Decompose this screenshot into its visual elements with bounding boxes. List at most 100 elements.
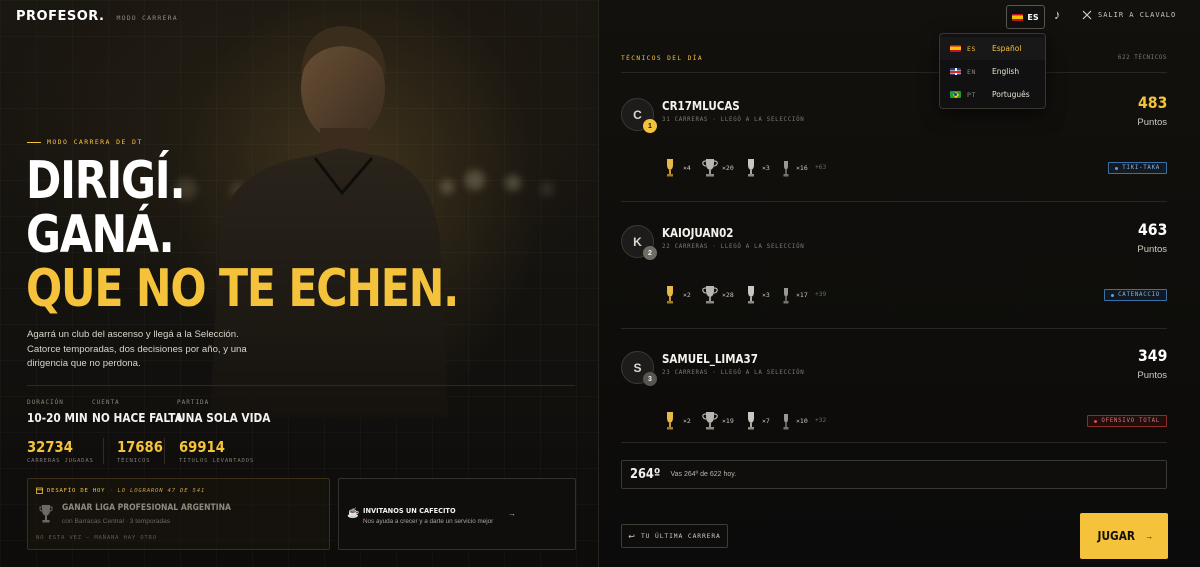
trophy-more-count: +32 (815, 417, 827, 424)
fact-value-account: NO HACE FALTA (92, 411, 183, 425)
cup-trophy-icon (702, 412, 718, 430)
brazil-flag-icon (950, 91, 961, 98)
total-coaches: 17686 (117, 438, 163, 456)
divider (621, 201, 1167, 202)
cafecito-card[interactable]: ☕ INVITANOS UN CAFECITO Nos ayuda a crec… (338, 478, 576, 550)
eyebrow-line (27, 141, 41, 143)
eyebrow-text: MODO CARRERA DE DT (47, 138, 143, 146)
bokeh-light (465, 170, 485, 190)
trophy-count: ×28 (722, 291, 734, 299)
brand-logo[interactable]: PROFESOR. (16, 9, 104, 24)
cafecito-title: INVITANOS UN CAFECITO (363, 506, 456, 515)
leaderboard-row[interactable]: K 2 KAIOJUAN02 22 CARRERAS · LLEGÓ A LA … (621, 218, 1167, 336)
challenge-subtitle: con Barracas Central · 3 temporadas (62, 518, 171, 525)
bokeh-light (540, 182, 554, 196)
language-option-en[interactable]: EN English (940, 60, 1045, 83)
challenge-title: GANAR LIGA PROFESIONAL ARGENTINA (62, 503, 231, 513)
language-option-code: EN (967, 67, 977, 76)
gold-trophy-icon (667, 286, 673, 304)
total-coaches-label: TÉCNICOS (117, 458, 151, 464)
challenge-header-stat: LO LOGRARON 47 DE 541 (117, 487, 206, 494)
headline-line-2: GANÁ. (26, 205, 175, 265)
leaderboard-row[interactable]: S 3 SAMUEL_LIMA37 23 CARRERAS · LLEGÓ A … (621, 344, 1167, 462)
trophy-count: ×3 (762, 291, 770, 299)
divider (621, 72, 1167, 73)
language-option-es[interactable]: ES Español (940, 37, 1045, 60)
divider (621, 442, 1167, 443)
play-style-label: TIKI-TAKA (1122, 165, 1160, 171)
trophy-count: ×19 (722, 417, 734, 425)
leaderboard-title: TÉCNICOS DEL DÍA (621, 55, 704, 62)
trophy-count: ×17 (796, 291, 808, 299)
player-points-label: Puntos (1137, 370, 1167, 381)
fact-label-duration: DURACIÓN (27, 399, 64, 406)
hero-intro: Agarrá un club del ascenso y llegá a la … (27, 329, 247, 369)
trophy-count: ×3 (762, 164, 770, 172)
my-position-box: 264º Vas 264º de 622 hoy. (621, 460, 1167, 489)
player-points-label: Puntos (1137, 244, 1167, 255)
trophy-count: ×2 (683, 417, 691, 425)
fact-value-match: UNA SOLA VIDA (177, 411, 271, 425)
stat-separator (164, 438, 165, 464)
player-meta: 22 CARRERAS · LLEGÓ A LA SELECCIÓN (662, 244, 805, 250)
language-code: ES (1027, 12, 1039, 22)
leaderboard-row[interactable]: C 1 CR17MLUCAS 31 CARRERAS · LLEGÓ A LA … (621, 91, 1167, 209)
play-style-badge: OFENSIVO TOTAL (1087, 415, 1167, 427)
challenge-header: DESAFÍO DE HOY · LO LOGRARON 47 DE 541 (36, 487, 205, 494)
rank-badge: 2 (643, 246, 657, 260)
small-trophy-icon (783, 288, 789, 304)
challenge-header-label: DESAFÍO DE HOY (47, 487, 106, 494)
total-careers-label: CARRERAS JUGADAS (27, 458, 94, 464)
rank-badge: 1 (643, 119, 657, 133)
brand-subtitle: MODO CARRERA (116, 14, 178, 22)
arrow-right-icon: → (1145, 531, 1154, 541)
play-label: JUGAR (1097, 529, 1135, 543)
player-meta: 23 CARRERAS · LLEGÓ A LA SELECCIÓN (662, 370, 805, 376)
language-option-pt[interactable]: PT Português (940, 83, 1045, 106)
language-button[interactable]: ES (1006, 5, 1045, 29)
hero-headline: DIRIGÍ. GANÁ. QUE NO TE ECHEN. (26, 151, 459, 316)
fact-value-duration: 10-20 MIN (27, 411, 88, 425)
headline-line-1: DIRIGÍ. (26, 151, 186, 211)
trophy-count: ×2 (683, 291, 691, 299)
language-menu: ES Español EN English PT Português (939, 33, 1046, 109)
cup-trophy-icon (702, 286, 718, 304)
my-position-text: Vas 264º de 622 hoy. (670, 471, 737, 478)
small-trophy-icon (783, 414, 789, 430)
trophy-more-count: +39 (815, 291, 827, 298)
play-style-label: CATENACCIO (1118, 292, 1160, 298)
exit-label: SALIR A CLAVALO (1098, 11, 1177, 19)
total-careers: 32734 (27, 438, 73, 456)
trophy-count: ×4 (683, 164, 691, 172)
player-name: CR17MLUCAS (662, 99, 740, 113)
player-points: 463 (1137, 220, 1167, 239)
play-button[interactable]: JUGAR → (1080, 513, 1168, 559)
fact-label-match: PARTIDA (177, 399, 210, 406)
exit-link[interactable]: SALIR A CLAVALO (1082, 10, 1176, 20)
bokeh-light (505, 175, 521, 191)
daily-challenge-card[interactable]: DESAFÍO DE HOY · LO LOGRARON 47 DE 541 G… (27, 478, 330, 550)
music-icon[interactable]: ♪ (1054, 7, 1061, 22)
gold-trophy-icon (667, 412, 673, 430)
silver-trophy-icon (748, 412, 754, 430)
play-style-badge: CATENACCIO (1104, 289, 1167, 301)
trophy-count: ×16 (796, 164, 808, 172)
hero-eyebrow: MODO CARRERA DE DT (27, 138, 143, 146)
player-points: 483 (1137, 93, 1167, 112)
trophy-count: ×20 (722, 164, 734, 172)
last-career-button[interactable]: ↩ TU ÚLTIMA CARRERA (621, 524, 728, 548)
cafecito-subtitle: Nos ayuda a crecer y a darte un servicio… (363, 518, 494, 525)
last-career-label: TU ÚLTIMA CARRERA (640, 532, 721, 540)
challenge-header-separator: · (109, 487, 114, 494)
brand[interactable]: PROFESOR. MODO CARRERA (16, 9, 178, 24)
play-style-label: OFENSIVO TOTAL (1101, 418, 1160, 424)
player-points: 349 (1137, 346, 1167, 365)
language-option-name: Português (992, 90, 1030, 99)
total-titles: 69914 (179, 438, 225, 456)
trophy-more-count: +63 (815, 164, 827, 171)
language-option-name: Español (992, 44, 1022, 53)
language-option-code: ES (967, 44, 977, 53)
trophy-count: ×7 (762, 417, 770, 425)
badge-dot (1115, 166, 1119, 170)
silver-trophy-icon (748, 159, 754, 177)
